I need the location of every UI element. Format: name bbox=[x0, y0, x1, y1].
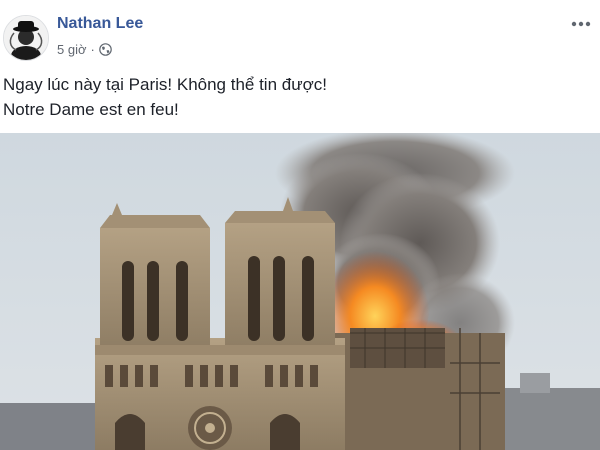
more-horizontal-icon bbox=[571, 21, 591, 27]
post-header: Nathan Lee 5 giờ · bbox=[0, 0, 600, 70]
notre-dame-fire-image bbox=[0, 133, 600, 450]
more-options-button[interactable] bbox=[568, 14, 594, 34]
globe-icon[interactable] bbox=[99, 43, 112, 56]
facebook-post: Nathan Lee 5 giờ · Ngay lúc này tại Pari… bbox=[0, 0, 600, 450]
author-name[interactable]: Nathan Lee bbox=[57, 15, 143, 33]
post-time[interactable]: 5 giờ bbox=[57, 42, 87, 57]
post-photo[interactable] bbox=[0, 133, 600, 450]
meta-separator: · bbox=[90, 42, 95, 57]
post-text-line: Ngay lúc này tại Paris! Không thể tin đư… bbox=[3, 75, 327, 94]
post-text-line: Notre Dame est en feu! bbox=[3, 100, 179, 119]
post-meta: 5 giờ · bbox=[57, 42, 112, 57]
avatar[interactable] bbox=[3, 15, 49, 61]
avatar-image bbox=[4, 16, 48, 60]
post-text: Ngay lúc này tại Paris! Không thể tin đư… bbox=[3, 72, 593, 122]
